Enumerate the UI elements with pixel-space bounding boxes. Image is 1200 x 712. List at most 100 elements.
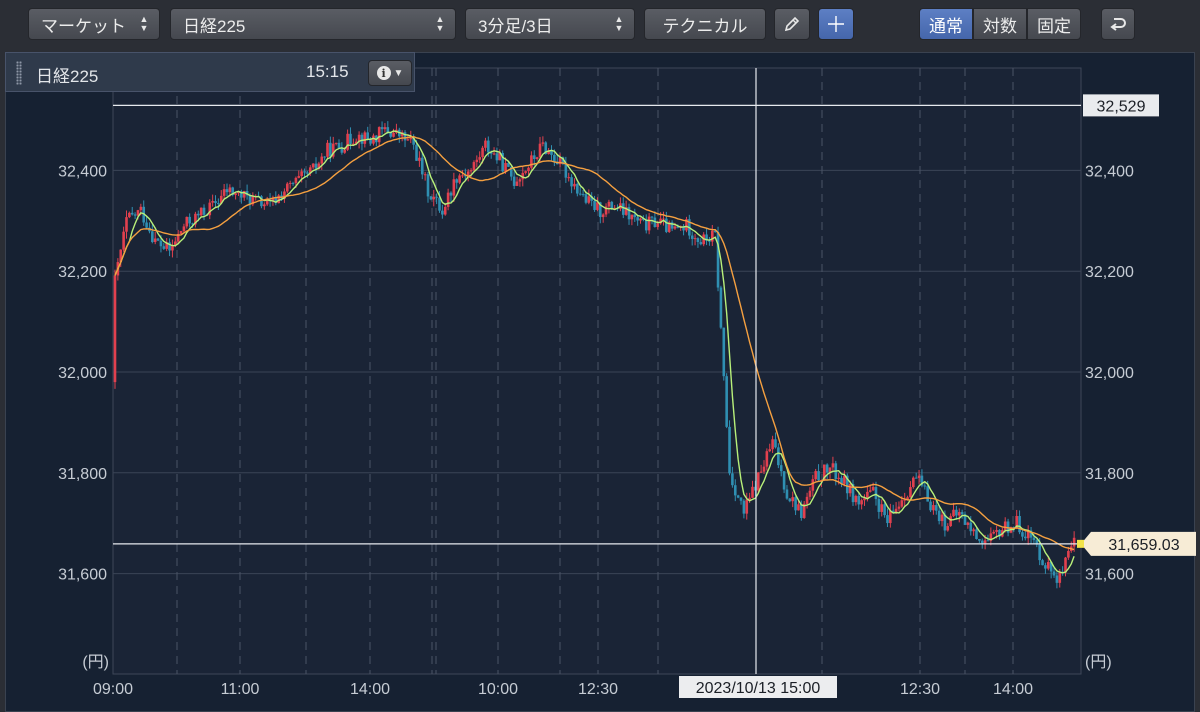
- candle-body: [377, 127, 381, 143]
- candle-body: [978, 538, 981, 541]
- candle-body: [320, 156, 324, 164]
- x-tick-label: 10:00: [478, 681, 518, 698]
- candle-body: [883, 504, 886, 516]
- y-tick-label-left: 31,600: [58, 567, 107, 584]
- unit-label-right: (円): [1085, 654, 1112, 671]
- candle-body: [360, 134, 364, 144]
- candle-body: [794, 497, 797, 511]
- panel-time: 15:15: [306, 62, 349, 81]
- candle-body: [1021, 532, 1024, 537]
- candle-body: [782, 471, 786, 490]
- x-tick-label: 12:30: [578, 681, 618, 698]
- candle-body: [644, 219, 648, 231]
- candle-body: [1052, 571, 1056, 576]
- candle-body: [285, 183, 289, 192]
- candle-body: [1003, 521, 1007, 531]
- candle-body: [151, 231, 154, 243]
- y-tick-label-right: 31,600: [1085, 567, 1134, 584]
- candle-body: [578, 193, 582, 195]
- candle-body: [202, 207, 206, 215]
- candle-body: [848, 484, 852, 494]
- candle-body: [432, 196, 436, 200]
- candle-body: [805, 496, 809, 504]
- candle-body: [909, 487, 912, 498]
- candle-body: [363, 132, 367, 144]
- last-price-marker: [1077, 539, 1084, 548]
- drag-handle-icon[interactable]: [16, 61, 22, 85]
- candle-body: [1058, 572, 1062, 583]
- candle-body: [725, 376, 728, 427]
- x-tick-label: 09:00: [93, 681, 133, 698]
- y-tick-label-right: 32,000: [1085, 365, 1134, 382]
- candlestick-chart[interactable]: 32,400 32,400 32,200 32,200 32,000 32,000 31,8…: [0, 0, 1200, 712]
- candle-body: [225, 189, 229, 193]
- candle-body: [380, 127, 384, 130]
- candle-body: [234, 193, 237, 195]
- candle-body: [541, 142, 545, 144]
- candle-body: [587, 196, 591, 203]
- candle-body: [952, 509, 955, 517]
- candle-body: [868, 490, 872, 492]
- candle-body: [923, 485, 927, 487]
- candle-body: [288, 182, 292, 184]
- x-tick-label: 14:00: [350, 681, 390, 698]
- candle-body: [607, 201, 611, 207]
- candle-body: [1044, 565, 1047, 569]
- info-icon: i: [376, 66, 391, 80]
- candle-body: [957, 512, 961, 516]
- candle-body: [487, 140, 490, 153]
- candle-body: [857, 495, 861, 505]
- candle-body: [478, 157, 481, 160]
- candle-body: [955, 509, 958, 516]
- candle-body: [650, 216, 654, 218]
- candle-body: [369, 139, 372, 144]
- candle-body: [808, 490, 812, 497]
- candle-body: [886, 515, 889, 524]
- candle-body: [897, 506, 901, 509]
- candle-body: [504, 163, 507, 172]
- candle-body: [949, 516, 952, 527]
- candle-body: [980, 540, 984, 544]
- candle-body: [917, 475, 921, 478]
- panel-symbol: 日経225: [36, 67, 99, 86]
- candle-body: [995, 530, 998, 532]
- candle-body: [214, 201, 217, 204]
- candle-body: [461, 175, 464, 177]
- y-tick-label-right: 32,400: [1085, 163, 1134, 180]
- candle-body: [581, 194, 585, 196]
- candle-body: [969, 522, 973, 532]
- candle-body: [771, 439, 774, 450]
- candle-body: [300, 171, 303, 177]
- candle-body: [130, 212, 134, 215]
- candle-body: [515, 181, 519, 186]
- dropdown-arrow-icon: ▼: [393, 67, 404, 79]
- candle-body: [900, 500, 904, 507]
- candle-body: [329, 142, 332, 157]
- candle-body: [696, 238, 700, 243]
- candle-body: [929, 501, 932, 511]
- candle-body: [538, 143, 542, 158]
- candle-body: [182, 226, 186, 231]
- candle-body: [736, 495, 740, 498]
- candle-body: [946, 526, 950, 531]
- candle-body: [785, 489, 789, 499]
- candle-body: [452, 179, 456, 196]
- candle-body: [693, 238, 697, 240]
- candle-body: [323, 156, 326, 158]
- candle-body: [774, 439, 777, 448]
- candle-body: [596, 202, 599, 210]
- candle-body: [926, 486, 929, 502]
- y-tick-label-left: 32,000: [58, 365, 107, 382]
- high-price-label: 32,529: [1097, 98, 1146, 115]
- candle-body: [831, 463, 835, 468]
- candle-body: [762, 466, 766, 472]
- candle-body: [535, 157, 539, 160]
- candle-body: [877, 499, 881, 512]
- candle-body: [125, 217, 128, 232]
- candle-body: [306, 172, 309, 174]
- info-menu-button[interactable]: i ▼: [368, 60, 412, 86]
- candle-body: [372, 135, 375, 144]
- x-tick-label: 11:00: [221, 681, 260, 698]
- candle-body: [441, 210, 444, 215]
- candle-body: [518, 179, 522, 182]
